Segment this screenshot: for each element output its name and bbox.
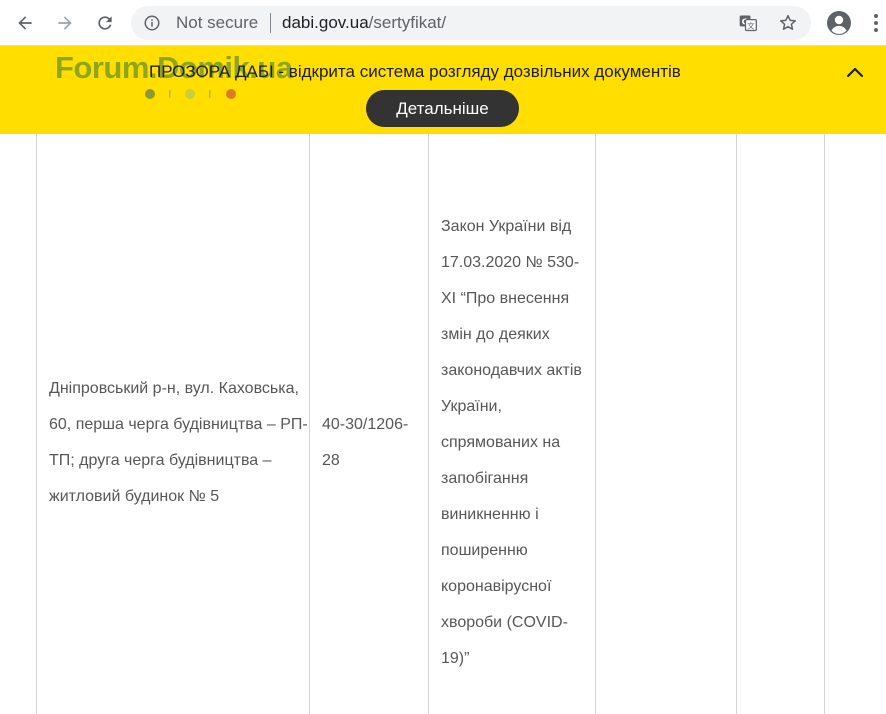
law-line: Закон України від: [441, 218, 572, 235]
reload-button[interactable]: [90, 8, 120, 38]
table-border: [428, 134, 429, 714]
table-cell-law: Закон України від 17.03.2020 № 530- ХІ “…: [441, 209, 591, 677]
back-button[interactable]: [10, 8, 40, 38]
certificates-table: Дніпровський р-н, вул. Каховська, 60, пе…: [0, 134, 886, 714]
address-line: ТП; друга черга будівництва –: [49, 452, 272, 469]
number-line: 40-30/1206-: [322, 416, 409, 433]
law-line: 17.03.2020 № 530-: [441, 254, 580, 271]
law-line: поширенню: [441, 542, 528, 559]
url-text[interactable]: dabi.gov.ua/sertyfikat/: [282, 14, 446, 32]
law-line: спрямованих на: [441, 434, 561, 451]
table-border: [824, 134, 825, 714]
star-icon[interactable]: [778, 13, 798, 33]
law-line: коронавірусної: [441, 578, 552, 595]
details-button[interactable]: Детальніше: [366, 90, 519, 127]
svg-text:文: 文: [747, 20, 755, 30]
law-line: змін до деяких: [441, 326, 550, 343]
kebab-menu-icon[interactable]: [866, 11, 886, 35]
omnibox-divider: [270, 13, 271, 33]
address-bar[interactable]: Not secure dabi.gov.ua/sertyfikat/ G 文: [131, 6, 811, 40]
table-border: [595, 134, 596, 714]
security-label[interactable]: Not secure: [176, 14, 258, 32]
law-line: запобігання: [441, 470, 529, 487]
back-arrow-icon: [18, 16, 32, 30]
address-line: Дніпровський р-н, вул. Каховська,: [49, 380, 299, 397]
law-line: України,: [441, 398, 502, 415]
profile-icon[interactable]: [825, 9, 853, 37]
table-border: [736, 134, 737, 714]
reload-icon: [98, 16, 112, 30]
browser-toolbar: Not secure dabi.gov.ua/sertyfikat/ G 文: [0, 0, 886, 46]
address-line: 60, перша черга будівництва – РП-: [49, 416, 308, 433]
url-host: dabi.gov.ua: [282, 13, 369, 32]
law-line: хвороби (COVID-: [441, 614, 568, 631]
forward-arrow-icon: [58, 16, 72, 30]
law-line: ХІ “Про внесення: [441, 290, 570, 307]
table-cell-address: Дніпровський р-н, вул. Каховська, 60, пе…: [49, 371, 308, 515]
law-line: законодавчих актів: [441, 362, 582, 379]
url-path: /sertyfikat/: [368, 13, 447, 32]
banner-dots-icon: [145, 89, 236, 99]
chevron-up-icon[interactable]: [844, 62, 866, 82]
info-icon[interactable]: [143, 14, 161, 32]
law-line: 19)”: [441, 650, 470, 667]
forward-button[interactable]: [50, 8, 80, 38]
table-border: [36, 134, 37, 714]
address-line: житловий будинок № 5: [49, 488, 220, 505]
banner-title: ПРОЗОРА ДАБІ - відкрита система розгляду…: [149, 62, 681, 81]
table-cell-number: 40-30/1206- 28: [322, 407, 418, 479]
number-line: 28: [322, 452, 340, 469]
law-line: виникненню і: [441, 506, 539, 523]
translate-icon[interactable]: G 文: [738, 13, 758, 33]
table-border: [309, 134, 310, 714]
